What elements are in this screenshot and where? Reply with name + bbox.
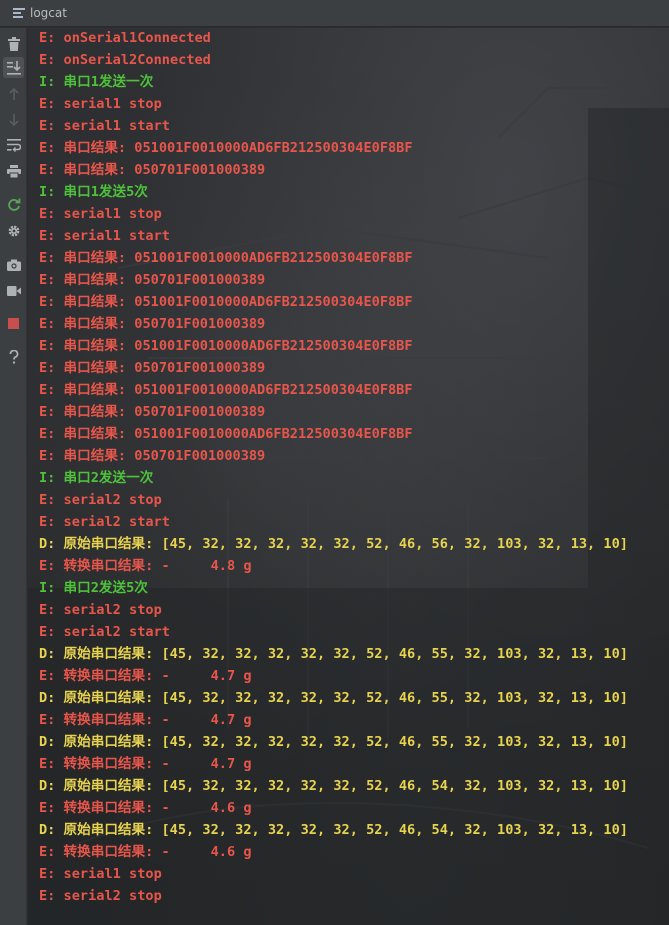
stop-icon xyxy=(8,318,19,329)
log-line: E: 串口结果: 050701F001000389 xyxy=(39,448,266,464)
log-line: E: 转换串口结果: - 4.8 g xyxy=(39,558,252,574)
log-line: E: 转换串口结果: - 4.7 g xyxy=(39,668,252,684)
log-line: D: 原始串口结果: [45, 32, 32, 32, 32, 32, 52, … xyxy=(39,822,628,838)
log-line: E: 转换串口结果: - 4.7 g xyxy=(39,712,252,728)
log-line: D: 原始串口结果: [45, 32, 32, 32, 32, 32, 52, … xyxy=(39,778,628,794)
screen-record-button[interactable] xyxy=(3,280,24,301)
log-line: E: 串口结果: 051001F0010000AD6FB212500304E0F… xyxy=(39,426,413,442)
previous-occurrence-button[interactable] xyxy=(3,83,24,104)
log-line: E: serial2 stop xyxy=(39,888,162,904)
log-line: E: 转换串口结果: - 4.6 g xyxy=(39,800,252,816)
log-line: E: onSerial2Connected xyxy=(39,52,211,68)
log-line: E: serial2 start xyxy=(39,624,170,640)
video-icon xyxy=(6,285,21,296)
restart-button[interactable] xyxy=(3,194,24,215)
arrow-up-icon xyxy=(8,87,19,100)
soft-wrap-icon xyxy=(6,139,21,152)
log-line: E: serial2 start xyxy=(39,514,170,530)
log-line: D: 原始串口结果: [45, 32, 32, 32, 32, 32, 52, … xyxy=(39,536,628,552)
log-line: E: 串口结果: 050701F001000389 xyxy=(39,404,266,420)
gear-icon xyxy=(8,225,19,236)
log-line: E: 转换串口结果: - 4.6 g xyxy=(39,844,252,860)
log-line: E: serial1 stop xyxy=(39,96,162,112)
log-line: I: 串口1发送一次 xyxy=(39,74,154,90)
print-icon xyxy=(6,165,21,178)
title-bar: logcat xyxy=(0,0,669,27)
trash-icon xyxy=(7,36,20,51)
log-line: E: 串口结果: 050701F001000389 xyxy=(39,316,266,332)
log-line: D: 原始串口结果: [45, 32, 32, 32, 32, 32, 52, … xyxy=(39,646,628,662)
window-title: logcat xyxy=(30,6,67,20)
log-line: E: 串口结果: 051001F0010000AD6FB212500304E0F… xyxy=(39,294,413,310)
log-line: E: 串口结果: 051001F0010000AD6FB212500304E0F… xyxy=(39,250,413,266)
log-line: E: serial2 stop xyxy=(39,492,162,508)
restart-icon xyxy=(7,198,20,211)
log-line: E: 串口结果: 051001F0010000AD6FB212500304E0F… xyxy=(39,382,413,398)
log-line: E: onSerial1Connected xyxy=(39,30,211,46)
log-line: E: 串口结果: 051001F0010000AD6FB212500304E0F… xyxy=(39,140,413,156)
log-line: E: serial1 stop xyxy=(39,866,162,882)
help-icon xyxy=(9,349,18,363)
log-line: E: 串口结果: 050701F001000389 xyxy=(39,360,266,376)
logcat-icon xyxy=(13,8,25,18)
log-line: E: 转换串口结果: - 4.7 g xyxy=(39,756,252,772)
log-line: E: serial1 start xyxy=(39,118,170,134)
log-line: I: 串口2发送一次 xyxy=(39,470,154,486)
settings-button[interactable] xyxy=(3,220,24,241)
print-button[interactable] xyxy=(3,161,24,182)
stop-button[interactable] xyxy=(3,313,24,334)
log-line: I: 串口1发送5次 xyxy=(39,184,148,200)
log-line: E: 串口结果: 050701F001000389 xyxy=(39,162,266,178)
log-line: E: serial1 stop xyxy=(39,206,162,222)
soft-wrap-button[interactable] xyxy=(3,135,24,156)
log-line: E: serial2 stop xyxy=(39,602,162,618)
logcat-output[interactable]: E: onSerial1Connected E: onSerial2Connect… xyxy=(28,28,669,925)
logcat-window: logcat E: onSerial1Connected E: onSerial… xyxy=(0,0,669,925)
log-line: E: serial1 start xyxy=(39,228,170,244)
scroll-to-end-icon xyxy=(6,60,21,75)
log-line: E: 串口结果: 050701F001000389 xyxy=(39,272,266,288)
log-line: I: 串口2发送5次 xyxy=(39,580,148,596)
log-line: D: 原始串口结果: [45, 32, 32, 32, 32, 32, 52, … xyxy=(39,690,628,706)
arrow-down-icon xyxy=(8,113,19,126)
scroll-to-end-button[interactable] xyxy=(3,57,24,78)
help-button[interactable] xyxy=(3,346,24,367)
logcat-toolbar xyxy=(0,28,27,925)
camera-icon xyxy=(6,259,21,271)
next-occurrence-button[interactable] xyxy=(3,109,24,130)
clear-logcat-button[interactable] xyxy=(3,33,24,54)
log-line: D: 原始串口结果: [45, 32, 32, 32, 32, 32, 52, … xyxy=(39,734,628,750)
log-line: E: 串口结果: 051001F0010000AD6FB212500304E0F… xyxy=(39,338,413,354)
screen-capture-button[interactable] xyxy=(3,254,24,275)
